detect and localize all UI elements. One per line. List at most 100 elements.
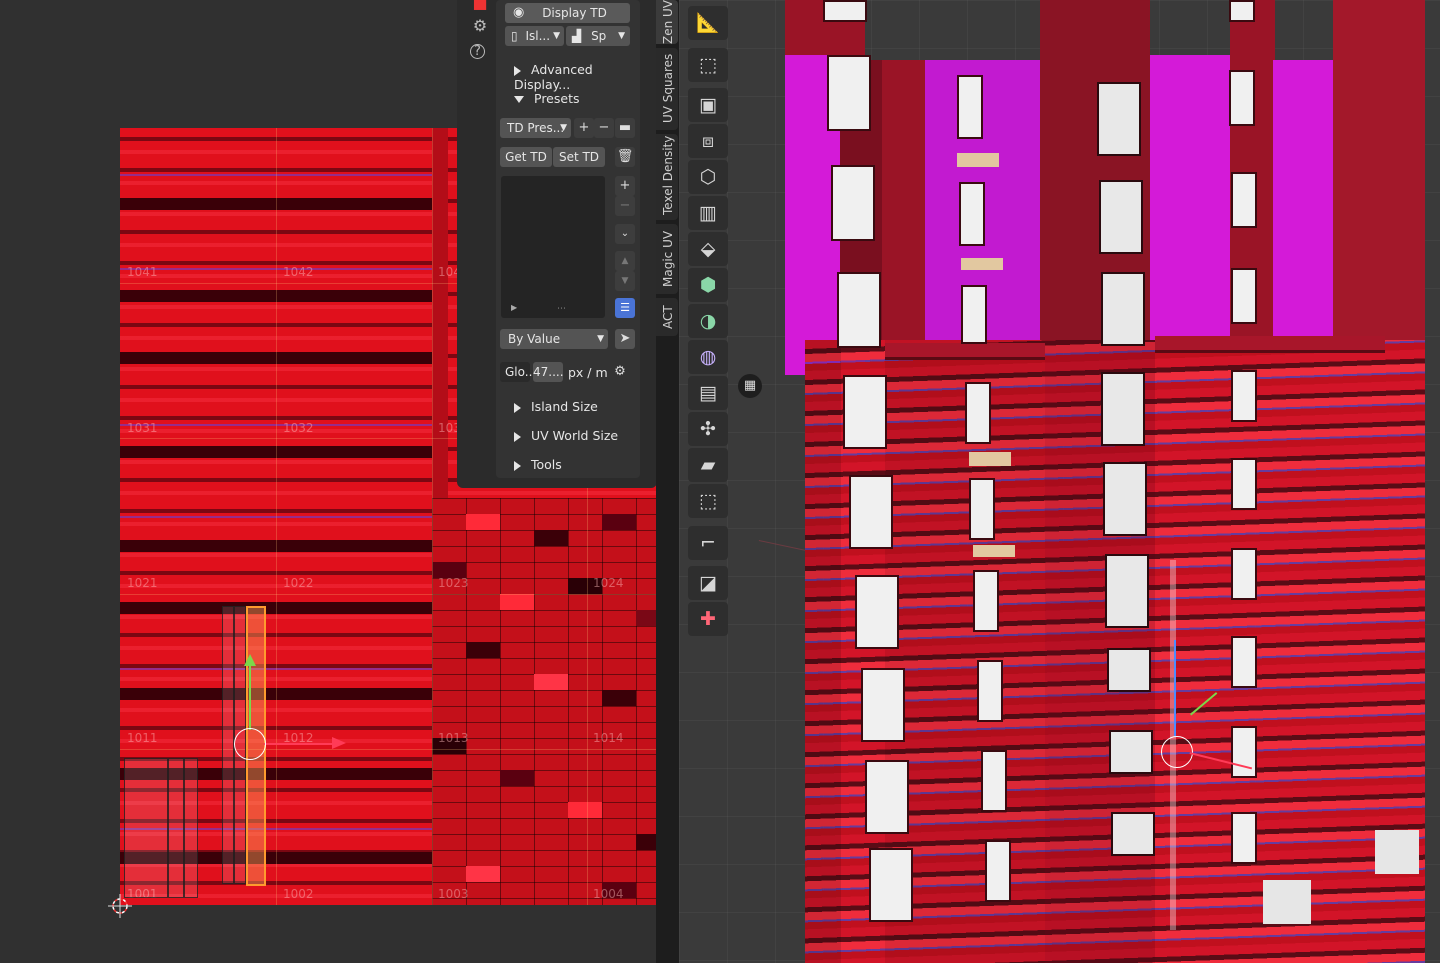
plus-icon[interactable]: + — [574, 118, 594, 138]
knife-icon[interactable]: ⬙ — [688, 232, 728, 266]
tile-label: 1032 — [283, 421, 314, 435]
expand-arrow-icon: ▶ — [511, 303, 518, 312]
by-value-dropdown[interactable]: By Value ▼ — [500, 329, 608, 349]
2d-cursor-icon[interactable] — [108, 894, 132, 918]
tab-zen-uv[interactable]: Zen UV — [656, 0, 678, 44]
expand-arrow-icon — [514, 402, 521, 413]
gizmo-x-arrow-icon[interactable] — [332, 737, 346, 749]
window — [823, 0, 867, 22]
tile-label: 1003 — [438, 887, 469, 901]
window — [959, 182, 985, 246]
global-value-field[interactable]: 47.... — [533, 362, 564, 382]
inset-icon[interactable]: ⧈ — [688, 124, 728, 158]
tile-label: 1011 — [127, 731, 158, 745]
get-td-button[interactable]: Get TD — [500, 147, 552, 167]
transform-icon[interactable]: ◪ — [688, 566, 728, 600]
preset-list[interactable]: ▶ ⋯ — [501, 176, 605, 318]
island-size-section[interactable]: Island Size — [514, 399, 598, 414]
advanced-display-section[interactable]: Advanced Display... — [514, 62, 640, 92]
uv-world-size-section[interactable]: UV World Size — [514, 428, 618, 443]
tab-uv-squares[interactable]: UV Squares — [656, 48, 678, 130]
gizmo-y-axis[interactable] — [249, 660, 251, 730]
help-icon[interactable]: ? — [470, 44, 485, 59]
shrink-fatten-icon[interactable]: ✣ — [688, 412, 728, 446]
move-down-icon[interactable]: ▼ — [615, 271, 635, 291]
expand-arrow-icon — [514, 431, 521, 442]
window — [1231, 458, 1257, 510]
spectrum-dropdown[interactable]: ▟ Sp ▼ — [566, 26, 630, 46]
extrude-icon[interactable]: ▣ — [688, 88, 728, 122]
set-td-button[interactable]: Set TD — [553, 147, 605, 167]
uv-island[interactable] — [168, 758, 184, 898]
uv-island[interactable] — [222, 606, 234, 884]
tile-label: 1021 — [127, 576, 158, 590]
measure-icon[interactable]: 📐 — [688, 6, 728, 40]
tile-label: 1023 — [438, 576, 469, 590]
3d-gizmo-z-axis[interactable] — [1174, 640, 1176, 736]
3d-gizmo-center-circle[interactable] — [1161, 736, 1193, 768]
cube-icon[interactable]: ■ — [471, 0, 489, 12]
building-model[interactable] — [785, 0, 1425, 963]
edge-slide-icon[interactable]: ▤ — [688, 376, 728, 410]
gear-icon[interactable]: ⚙ — [471, 17, 489, 35]
spectrum-dropdown-label: Sp — [591, 29, 607, 43]
balcony-window — [1097, 82, 1141, 156]
uv-island[interactable] — [124, 758, 168, 898]
uv-cell — [534, 674, 568, 690]
curve-icon[interactable]: ⌐ — [688, 526, 728, 560]
gear-icon[interactable]: ⚙ — [610, 362, 630, 382]
balcony-window — [1099, 180, 1143, 254]
folder-icon[interactable]: ▬ — [615, 118, 635, 138]
window — [827, 55, 871, 131]
minus-icon[interactable]: − — [615, 196, 635, 216]
tab-act[interactable]: ACT — [656, 298, 678, 336]
uv-narrow-strip — [432, 128, 448, 498]
sidebar-tabs: Zen UV UV Squares Texel Density Magic UV… — [656, 0, 679, 963]
window — [849, 475, 893, 549]
poly-build-icon[interactable]: ⬢ — [688, 268, 728, 302]
balcony-window — [1101, 372, 1145, 446]
checker-icon[interactable]: ✚ — [688, 602, 728, 636]
cursor-select-icon[interactable]: ➤ — [615, 329, 635, 349]
display-td-button[interactable]: ◉ Display TD — [505, 3, 630, 23]
add-cube-icon[interactable]: ⬚ — [688, 48, 728, 82]
smooth-icon[interactable]: ◍ — [688, 340, 728, 374]
loop-cut-icon[interactable]: ▥ — [688, 196, 728, 230]
uv-cell — [636, 610, 657, 626]
rip-region-icon[interactable]: ⬚ — [688, 484, 728, 518]
island-dropdown[interactable]: ▯ Isl... ▼ — [505, 26, 564, 46]
drag-handle-icon[interactable]: ⋯ — [557, 304, 566, 314]
tools-section[interactable]: Tools — [514, 457, 562, 472]
minus-icon[interactable]: − — [594, 118, 614, 138]
gizmo-center-circle[interactable] — [234, 728, 266, 760]
facade-right — [1333, 0, 1425, 340]
uv-island[interactable] — [184, 758, 198, 898]
trash-icon[interactable]: 🗑 — [615, 147, 635, 167]
chevron-down-icon[interactable]: ⌄ — [615, 224, 635, 244]
collapse-arrow-icon — [514, 96, 524, 103]
window — [1229, 70, 1255, 126]
presets-section[interactable]: Presets — [514, 91, 580, 106]
checker-map-icon[interactable]: ▦ — [738, 374, 762, 398]
list-icon[interactable]: ☰ — [615, 298, 635, 318]
tab-texel-density[interactable]: Texel Density — [656, 134, 678, 220]
td-presets-dropdown[interactable]: TD Pres... ▼ — [500, 118, 571, 138]
expand-arrow-icon — [514, 65, 521, 76]
window — [831, 165, 875, 241]
ledge — [1155, 336, 1385, 353]
window — [985, 840, 1011, 902]
shear-icon[interactable]: ▰ — [688, 448, 728, 482]
uv-cell — [568, 802, 602, 818]
move-up-icon[interactable]: ▲ — [615, 251, 635, 271]
bevel-icon[interactable]: ⬡ — [688, 160, 728, 194]
gizmo-x-axis[interactable] — [264, 743, 334, 745]
window — [1231, 812, 1257, 864]
gizmo-y-arrow-icon[interactable] — [244, 654, 256, 666]
advanced-display-label: Advanced Display... — [514, 62, 593, 92]
spin-icon[interactable]: ◑ — [688, 304, 728, 338]
balcony-window — [1103, 462, 1147, 536]
global-label: Glo... — [500, 362, 536, 382]
tab-magic-uv[interactable]: Magic UV — [656, 224, 678, 294]
window — [869, 848, 913, 922]
plus-icon[interactable]: + — [615, 176, 635, 196]
